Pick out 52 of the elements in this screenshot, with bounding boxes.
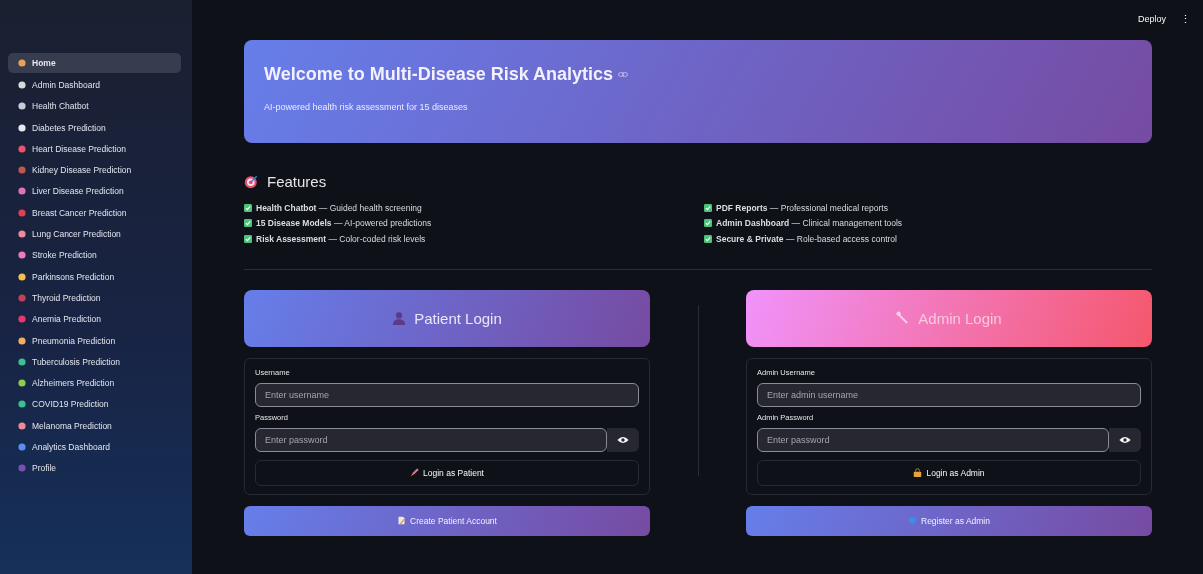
nav-item[interactable]: Profile	[8, 457, 181, 479]
hero-subtitle: AI-powered health risk assessment for 15 diseases	[264, 102, 469, 112]
nav-item[interactable]: Stroke Prediction	[8, 244, 181, 266]
document-icon	[397, 516, 406, 525]
person-icon	[392, 311, 407, 325]
feature-text: PDF Reports — Professional medical reports	[716, 202, 888, 213]
nav-item[interactable]: Lung Cancer Prediction	[8, 223, 181, 245]
register-button[interactable]: Create Patient Account	[244, 505, 650, 536]
nav-item[interactable]: Breast Cancer Prediction	[8, 202, 181, 224]
nav-item[interactable]: Thyroid Prediction	[8, 287, 181, 309]
nav-item[interactable]: Pneumonia Prediction	[8, 329, 181, 352]
nav-item[interactable]: Heart Disease Prediction	[8, 138, 181, 160]
password-field[interactable]: Enter password	[255, 427, 607, 452]
nav-item[interactable]: Diabetes Prediction	[8, 116, 181, 139]
password-field[interactable]: Enter password	[757, 427, 1109, 452]
nav-item[interactable]: Kidney Disease Prediction	[8, 159, 181, 181]
show-password-button[interactable]	[607, 427, 639, 452]
deploy-button[interactable]: Deploy	[1134, 12, 1170, 26]
lock-icon	[913, 468, 923, 477]
login-button[interactable]: Login as Patient	[255, 459, 639, 486]
feature-text: Secure & Private — Role-based access control	[716, 233, 897, 244]
hero-title: Welcome to Multi-Disease Risk Analytics	[264, 64, 614, 85]
nav-item[interactable]: Parkinsons Prediction	[8, 265, 181, 288]
username-field[interactable]: Enter admin username	[757, 382, 1141, 407]
nav-item[interactable]: Analytics Dashboard	[8, 436, 181, 458]
wrench-icon	[896, 311, 911, 325]
feature-text: Admin Dashboard — Clinical management tools	[716, 218, 903, 229]
menu-button[interactable]: ⋮	[1176, 10, 1195, 28]
eye-icon	[1119, 435, 1131, 444]
nav-item[interactable]: Tuberculosis Prediction	[8, 351, 181, 373]
username-field[interactable]: Enter username	[255, 382, 639, 407]
features-heading: Features	[267, 173, 327, 190]
nav-item[interactable]: Admin Dashboard	[8, 74, 181, 96]
shield-icon	[908, 516, 917, 525]
nav-item[interactable]: Anemia Prediction	[8, 308, 181, 330]
nav-item[interactable]: Home	[8, 53, 181, 73]
nav-item[interactable]: Health Chatbot	[8, 95, 181, 117]
feature-text: Risk Assessment — Color-coded risk levels	[256, 233, 426, 244]
nav-item[interactable]: Melanoma Prediction	[8, 415, 181, 437]
login-button[interactable]: Login as Admin	[757, 459, 1141, 486]
nav-item[interactable]: COVID19 Prediction	[8, 393, 181, 416]
nav-item[interactable]: Alzheimers Prediction	[8, 372, 181, 394]
nav-item[interactable]: Liver Disease Prediction	[8, 180, 181, 203]
register-button[interactable]: Register as Admin	[746, 505, 1152, 536]
eye-icon	[617, 435, 629, 444]
rocket-icon	[410, 468, 419, 477]
login-title: Admin Login	[918, 309, 1002, 327]
feature-text: 15 Disease Models — AI-powered predictions	[256, 218, 432, 229]
show-password-button[interactable]	[1109, 427, 1141, 452]
target-icon	[244, 174, 259, 189]
login-title: Patient Login	[414, 309, 502, 327]
feature-text: Health Chatbot — Guided health screening	[256, 202, 422, 213]
